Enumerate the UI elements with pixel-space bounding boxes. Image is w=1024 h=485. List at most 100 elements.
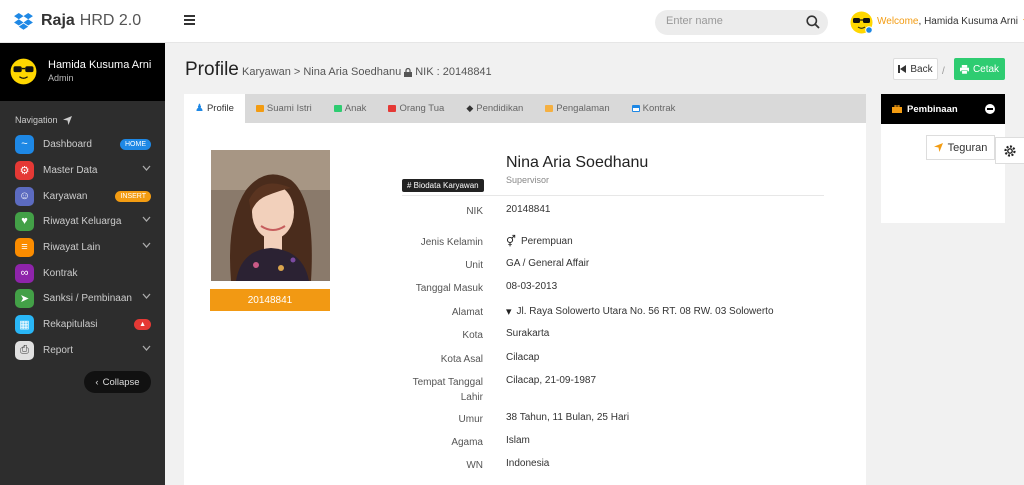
pembinaan-panel: Pembinaan Teguran (881, 94, 1005, 223)
settings-gear-button[interactable] (995, 137, 1024, 164)
field-value-text: Islam (506, 435, 530, 446)
pembinaan-title: Pembinaan (907, 103, 958, 115)
printer-icon (959, 64, 969, 74)
field-value: Indonesia (506, 458, 549, 469)
collapse-button[interactable]: ‹ Collapse (84, 371, 151, 393)
field-value-text: Indonesia (506, 458, 550, 469)
sidebar-item-rekapitulasi[interactable]: ▦ Rekapitulasi ▲ (15, 314, 155, 334)
square-icon (545, 105, 554, 112)
back-button[interactable]: Back (893, 58, 938, 80)
page-title: Profile (185, 59, 239, 80)
teguran-button[interactable]: Teguran (926, 135, 995, 160)
field-value-text: Surakarta (506, 328, 550, 339)
sidebar: Hamida Kusuma Arni Admin Navigation ~ Das… (0, 43, 165, 485)
chevron-down-icon (142, 345, 151, 351)
field-value-text: 38 Tahun, 11 Bulan, 25 Hari (506, 412, 630, 423)
breadcrumb-employee: Nina Aria Soedhanu (303, 66, 402, 78)
tab-anak[interactable]: Anak (323, 94, 378, 123)
field-label: NIK (466, 206, 483, 217)
tab-kontrak[interactable]: Kontrak (621, 94, 687, 123)
tab-label: Anak (344, 103, 367, 114)
sidebar-item-dashboard[interactable]: ~ Dashboard HOME (15, 134, 155, 154)
square-icon (388, 105, 397, 112)
sidebar-item-report[interactable]: ⎙ Report (15, 340, 155, 360)
menu-toggle-icon[interactable] (184, 15, 195, 25)
field-value: 08-03-2013 (506, 281, 557, 292)
tab-pendidikan[interactable]: ◆ Pendidikan (455, 94, 534, 123)
biodata-badge: # Biodata Karyawan (402, 179, 484, 192)
field-label: Tempat Tanggal Lahir (412, 377, 483, 403)
paper-plane-icon (933, 143, 943, 152)
sidebar-item-badge: HOME (120, 138, 151, 150)
sidebar-item-label: Kontrak (43, 267, 78, 279)
user-avatar[interactable] (850, 11, 873, 34)
collapse-label: Collapse (102, 376, 140, 388)
sidebar-item-label: Sanksi / Pembinaan (43, 292, 132, 304)
sidebar-item-label: Report (43, 344, 74, 356)
sidebar-user-name: Hamida Kusuma Arni (48, 59, 152, 71)
sidebar-item-master-data[interactable]: ⚙ Master Data (15, 160, 155, 180)
sidebar-item-karyawan[interactable]: ☺ Karyawan INSERT (15, 186, 155, 206)
tab-pengalaman[interactable]: Pengalaman (534, 94, 620, 123)
sidebar-item-kontrak[interactable]: ∞ Kontrak (15, 263, 155, 283)
field-label: WN (466, 460, 483, 471)
sidebar-item-riwayat-lain[interactable]: ≡ Riwayat Lain (15, 237, 155, 257)
field-value: Cilacap (506, 352, 539, 363)
dropbox-logo-icon (14, 12, 33, 30)
teguran-label: Teguran (947, 141, 988, 154)
sidebar-user: Hamida Kusuma Arni Admin (0, 43, 165, 101)
profile-tabs: ♟ Profile Suami Istri Anak Orang Tua ◆ Pendidi… (184, 94, 866, 123)
tab-label: Pengalaman (556, 103, 610, 114)
chevron-down-icon (142, 293, 151, 299)
divider (402, 195, 824, 196)
field-value-text: Cilacap (506, 352, 540, 363)
tab-label: Profile (206, 103, 234, 114)
family-icon: ♥ (15, 211, 34, 231)
chevron-left-icon: ‹ (95, 376, 99, 388)
toolbar-divider: / (942, 66, 945, 77)
field-label: Tanggal Masuk (415, 283, 483, 294)
field-value: 38 Tahun, 11 Bulan, 25 Hari (506, 412, 629, 423)
field-value: GA / General Affair (506, 258, 589, 269)
employee-position: Supervisor (506, 175, 550, 185)
welcome-user: Hamida Kusuma Arni (924, 16, 1018, 27)
tab-label: Orang Tua (399, 103, 445, 114)
print-button[interactable]: Cetak (954, 58, 1005, 80)
field-value-text: Jl. Raya Solowerto Utara No. 56 RT. 08 R… (516, 306, 774, 317)
back-label: Back (910, 63, 933, 75)
breadcrumb-section[interactable]: Karyawan (242, 66, 291, 78)
sidebar-item-riwayat-keluarga[interactable]: ♥ Riwayat Keluarga (15, 211, 155, 231)
gear-icon (1004, 144, 1016, 157)
field-value: ⚥ Perempuan (506, 235, 573, 248)
tab-label: Suami Istri (266, 103, 312, 114)
chevron-down-icon (142, 216, 151, 222)
gender-icon: ⚥ (506, 236, 516, 248)
employee-name: Nina Aria Soedhanu (506, 154, 649, 171)
print-label: Cetak (972, 63, 1000, 75)
user-menu[interactable]: Welcome, Hamida Kusuma Arni (877, 16, 1024, 27)
sidebar-item-badge: ▲ (134, 318, 151, 330)
breadcrumb-separator: > (293, 66, 301, 78)
user-icon: ♟ (195, 103, 204, 114)
tab-label: Kontrak (642, 103, 676, 114)
brand[interactable]: Raja HRD 2.0 (14, 12, 141, 30)
step-back-icon (898, 65, 907, 73)
brand-name-bold: Raja (41, 12, 75, 29)
pembinaan-header: Pembinaan (881, 94, 1005, 124)
tab-profile[interactable]: ♟ Profile (184, 94, 245, 123)
search-input[interactable] (666, 15, 796, 27)
search-icon[interactable] (806, 15, 820, 29)
tab-suami-istri[interactable]: Suami Istri (245, 94, 323, 123)
sidebar-item-sanksi-pembinaan[interactable]: ➤ Sanksi / Pembinaan (15, 288, 155, 308)
chevron-down-icon (142, 165, 151, 171)
sidebar-item-badge: INSERT (115, 190, 151, 202)
gear-icon: ⚙ (15, 160, 34, 180)
square-icon (255, 105, 264, 112)
field-label: Jenis Kelamin (420, 237, 483, 248)
minus-circle-icon[interactable] (985, 104, 995, 114)
breadcrumb: Karyawan > Nina Aria Soedhanu NIK : 2014… (242, 66, 492, 78)
field-label: Alamat (451, 307, 483, 318)
field-value-text: GA / General Affair (506, 258, 590, 269)
tab-orang-tua[interactable]: Orang Tua (377, 94, 455, 123)
field-value-text: 08-03-2013 (506, 281, 558, 292)
